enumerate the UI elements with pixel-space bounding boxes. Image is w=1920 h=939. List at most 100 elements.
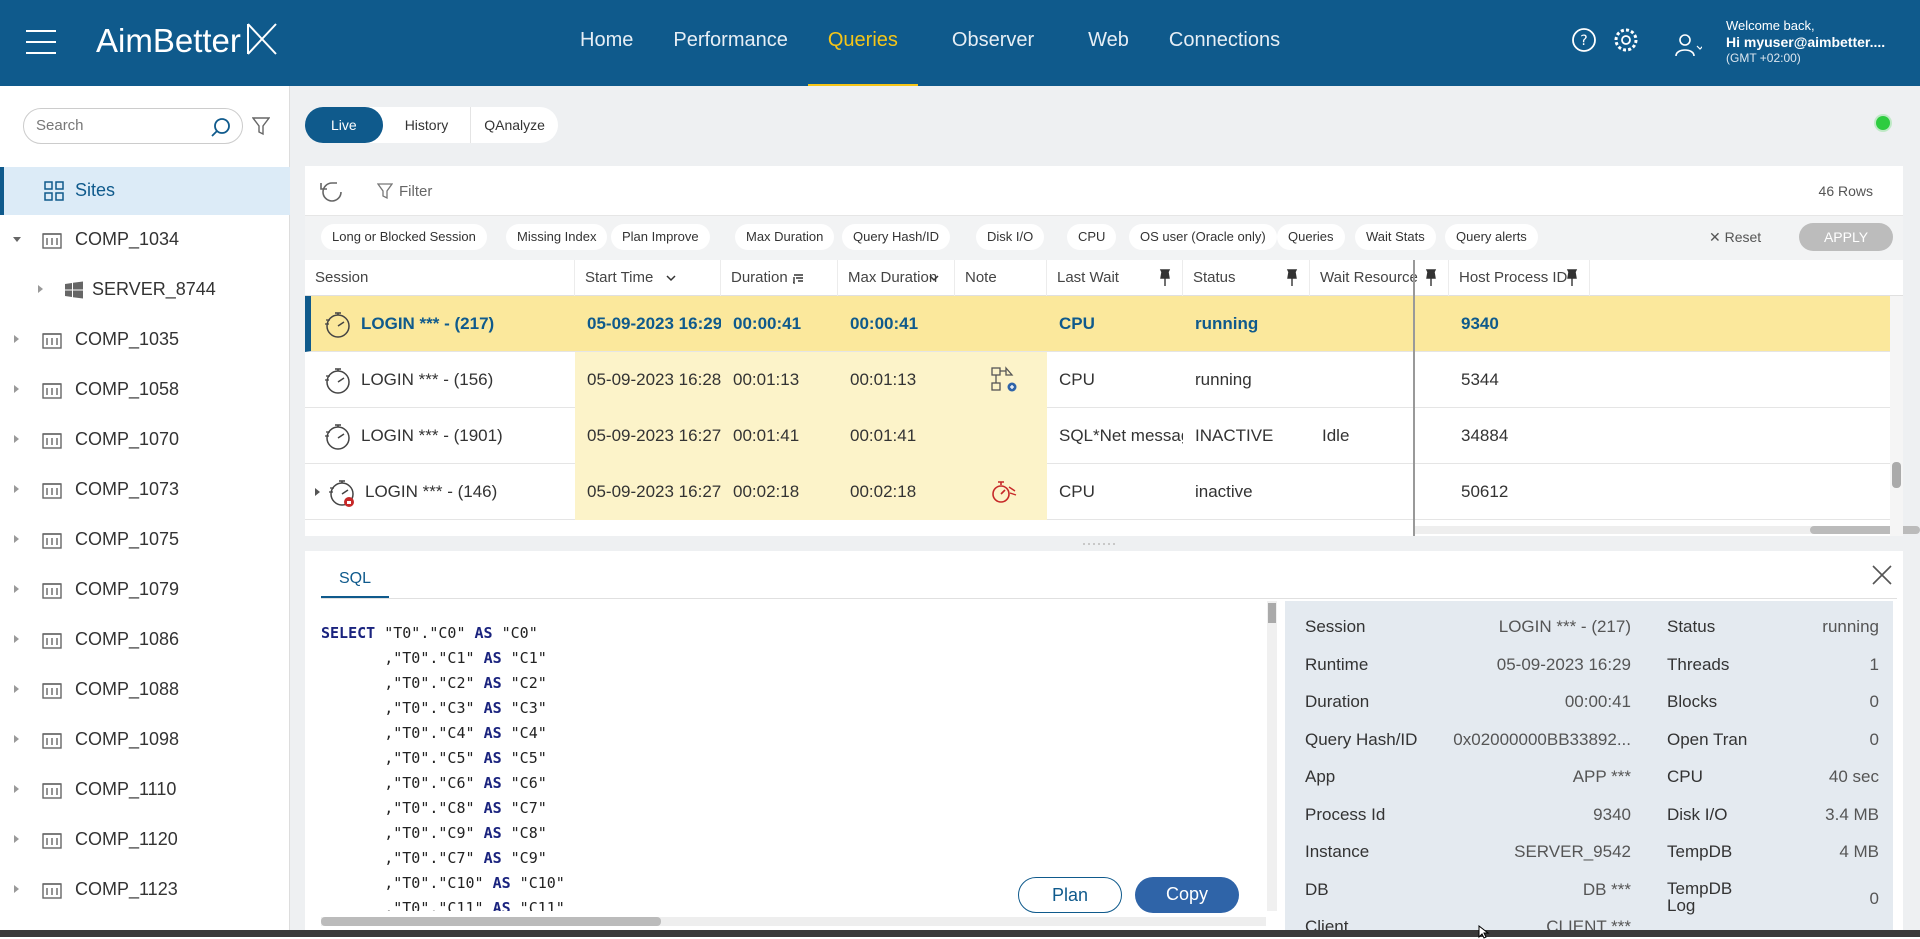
column-header-max-duration[interactable]: Max Duration <box>838 260 955 296</box>
tab-history[interactable]: History <box>383 107 471 143</box>
pin-icon[interactable] <box>1565 269 1579 287</box>
sidebar-tree-item[interactable]: SERVER_8744 <box>0 265 290 315</box>
sidebar-tree-item[interactable]: COMP_1034 <box>0 215 290 265</box>
nav-queries[interactable]: Queries <box>807 0 918 86</box>
filter-chip[interactable]: Wait Stats <box>1355 224 1436 250</box>
chevron-right-icon[interactable] <box>14 835 19 843</box>
filter-chip[interactable]: Max Duration <box>735 224 835 250</box>
tab-qanalyze[interactable]: QAnalyze <box>470 107 558 143</box>
sidebar-item-sites[interactable]: Sites <box>0 167 290 215</box>
settings-gear-icon[interactable] <box>1612 26 1640 54</box>
chevron-right-icon[interactable] <box>14 885 19 893</box>
chevron-right-icon[interactable] <box>38 285 43 293</box>
code-horizontal-scrollbar[interactable] <box>321 917 1266 926</box>
sidebar-tree-item[interactable]: COMP_1073 <box>0 465 290 515</box>
apply-button[interactable]: APPLY <box>1799 223 1893 251</box>
chevron-down-icon[interactable] <box>928 272 940 284</box>
column-header-duration[interactable]: Duration <box>721 260 838 296</box>
table-row[interactable]: LOGIN *** - (1901) 05-09-2023 16:27 00:01:… <box>305 408 1890 464</box>
filter-chip[interactable]: Missing Index <box>506 224 608 250</box>
max-duration-icon[interactable] <box>989 477 1019 507</box>
pin-icon[interactable] <box>1158 269 1172 287</box>
close-icon[interactable] <box>1870 563 1894 587</box>
column-header-host-process-id[interactable]: Host Process ID <box>1449 260 1590 296</box>
filter-chip[interactable]: Long or Blocked Session <box>321 224 487 250</box>
chevron-right-icon[interactable] <box>14 535 19 543</box>
column-header-note[interactable]: Note <box>955 260 1047 296</box>
pin-icon[interactable] <box>1285 269 1299 287</box>
info-key: Duration <box>1305 692 1370 711</box>
column-header-start-time[interactable]: Start Time <box>575 260 721 296</box>
tab-sql[interactable]: SQL <box>321 561 389 599</box>
table-row[interactable]: LOGIN *** - (146) 05-09-2023 16:27 00:02:1… <box>305 464 1890 520</box>
sql-code-view[interactable]: SELECT "T0"."C0" AS "C0" ,"T0"."C1" AS "… <box>321 621 1066 911</box>
nav-web[interactable]: Web <box>1068 0 1149 86</box>
column-header-session[interactable]: Session <box>305 260 575 296</box>
grid-horizontal-scrollbar[interactable] <box>1415 526 1920 534</box>
frozen-column-divider[interactable] <box>1413 260 1415 536</box>
app-logo[interactable]: AimBetter <box>96 22 241 60</box>
nav-home[interactable]: Home <box>560 0 653 86</box>
grid-filter-button[interactable]: Filter <box>377 179 432 203</box>
nav-observer[interactable]: Observer <box>918 0 1068 86</box>
search-icon[interactable] <box>210 116 232 138</box>
column-header-wait-resource[interactable]: Wait Resource <box>1310 260 1449 296</box>
sidebar-tree-item[interactable]: COMP_1120 <box>0 815 290 865</box>
plan-button[interactable]: Plan <box>1018 877 1122 913</box>
plan-icon[interactable] <box>989 365 1019 395</box>
sort-descending-icon[interactable] <box>793 272 805 284</box>
sidebar-tree-item[interactable]: COMP_1058 <box>0 365 290 415</box>
chevron-right-icon[interactable] <box>14 585 19 593</box>
filter-icon[interactable] <box>252 116 270 136</box>
chevron-right-icon[interactable] <box>14 785 19 793</box>
pin-icon[interactable] <box>1424 269 1438 287</box>
hamburger-menu-icon[interactable] <box>26 30 56 54</box>
sidebar-tree-item[interactable]: COMP_1098 <box>0 715 290 765</box>
chevron-right-icon[interactable] <box>14 635 19 643</box>
chevron-down-icon[interactable] <box>13 237 21 242</box>
nav-performance[interactable]: Performance <box>653 0 808 86</box>
column-header-status[interactable]: Status <box>1183 260 1310 296</box>
column-header-last-wait[interactable]: Last Wait <box>1047 260 1183 296</box>
tab-live[interactable]: Live <box>305 107 383 143</box>
sidebar-tree-item[interactable]: COMP_1079 <box>0 565 290 615</box>
chevron-right-icon[interactable] <box>14 485 19 493</box>
sidebar-tree-item[interactable]: COMP_1110 <box>0 765 290 815</box>
chevron-right-icon[interactable] <box>14 685 19 693</box>
filter-chip[interactable]: Disk I/O <box>976 224 1045 250</box>
nav-connections[interactable]: Connections <box>1149 0 1300 86</box>
chevron-right-icon[interactable] <box>14 385 19 393</box>
filter-chip[interactable]: Query Hash/ID <box>842 224 950 250</box>
chevron-right-icon[interactable] <box>14 335 19 343</box>
chevron-right-icon[interactable] <box>14 435 19 443</box>
info-row: Open Tran 0 <box>1667 722 1879 760</box>
help-icon[interactable]: ? <box>1570 26 1598 54</box>
sidebar-tree-item[interactable]: COMP_1123 <box>0 865 290 915</box>
filter-chip[interactable]: OS user (Oracle only) <box>1129 224 1277 250</box>
filter-chip[interactable]: Query alerts <box>1445 224 1538 250</box>
code-vertical-scrollbar[interactable] <box>1267 601 1277 911</box>
user-avatar-icon[interactable] <box>1672 30 1702 60</box>
grid-vertical-scrollbar[interactable] <box>1890 296 1903 536</box>
sidebar-tree-item[interactable]: COMP_1075 <box>0 515 290 565</box>
search-input[interactable] <box>36 117 196 134</box>
cell-status: inactive <box>1183 464 1310 520</box>
filter-chip[interactable]: Plan Improve <box>611 224 710 250</box>
sidebar-tree-item[interactable]: COMP_1070 <box>0 415 290 465</box>
welcome-block[interactable]: Welcome back, Hi myuser@aimbetter.... (G… <box>1726 18 1885 66</box>
table-row[interactable]: LOGIN *** - (217) 05-09-2023 16:29 00:00:4… <box>305 296 1890 352</box>
chevron-right-icon[interactable] <box>14 735 19 743</box>
filter-chip[interactable]: Queries <box>1277 224 1345 250</box>
refresh-icon[interactable] <box>319 179 345 205</box>
sidebar-tree-item[interactable]: COMP_1035 <box>0 315 290 365</box>
chevron-down-icon[interactable] <box>665 272 677 284</box>
panel-resize-handle[interactable] <box>1080 541 1120 547</box>
sidebar-tree-item[interactable]: COMP_1088 <box>0 665 290 715</box>
filter-chip[interactable]: CPU <box>1067 224 1117 250</box>
cell-max-duration: 00:01:13 <box>838 352 955 408</box>
chevron-right-icon[interactable] <box>315 488 320 496</box>
reset-button[interactable]: ✕ Reset <box>1709 229 1761 246</box>
sidebar-tree-item[interactable]: COMP_1086 <box>0 615 290 665</box>
table-row[interactable]: LOGIN *** - (156) 05-09-2023 16:28 00:01:1… <box>305 352 1890 408</box>
copy-button[interactable]: Copy <box>1135 877 1239 913</box>
